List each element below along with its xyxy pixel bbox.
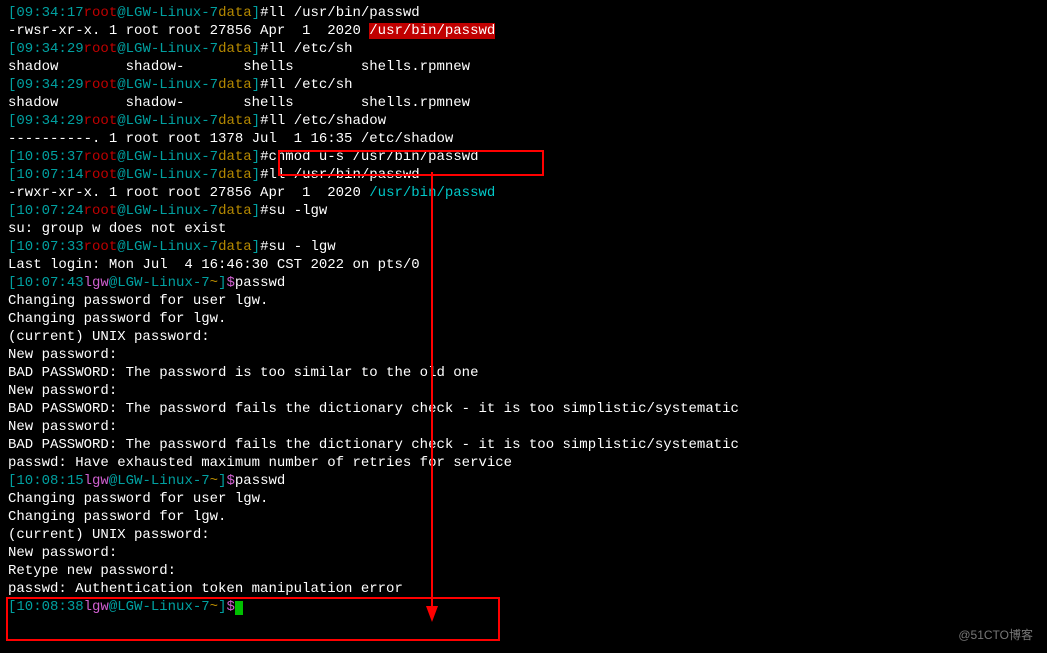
cursor [235,601,243,615]
terminal-line: Changing password for user lgw. [8,292,1039,310]
terminal-line: BAD PASSWORD: The password fails the dic… [8,436,1039,454]
terminal-line: [10:08:38lgw@LGW-Linux-7~]$ [8,598,1039,616]
terminal-line: BAD PASSWORD: The password fails the dic… [8,400,1039,418]
terminal-line: New password: [8,346,1039,364]
terminal-line: shadow shadow- shells shells.rpmnew [8,94,1039,112]
terminal-line: (current) UNIX password: [8,526,1039,544]
terminal-line: BAD PASSWORD: The password is too simila… [8,364,1039,382]
terminal-line: Last login: Mon Jul 4 16:46:30 CST 2022 … [8,256,1039,274]
terminal-line: shadow shadow- shells shells.rpmnew [8,58,1039,76]
terminal-line: passwd: Have exhausted maximum number of… [8,454,1039,472]
terminal-line: -rwsr-xr-x. 1 root root 27856 Apr 1 2020… [8,22,1039,40]
terminal-line: Changing password for lgw. [8,508,1039,526]
watermark: @51CTO博客 [958,626,1033,643]
terminal-line: Retype new password: [8,562,1039,580]
terminal-line: -rwxr-xr-x. 1 root root 27856 Apr 1 2020… [8,184,1039,202]
terminal-line: passwd: Authentication token manipulatio… [8,580,1039,598]
terminal-line: [10:08:15lgw@LGW-Linux-7~]$passwd [8,472,1039,490]
terminal-line: [10:07:43lgw@LGW-Linux-7~]$passwd [8,274,1039,292]
terminal-line: su: group w does not exist [8,220,1039,238]
terminal-line: ----------. 1 root root 1378 Jul 1 16:35… [8,130,1039,148]
terminal-line: [10:07:14root@LGW-Linux-7data]#ll /usr/b… [8,166,1039,184]
terminal-line: [10:05:37root@LGW-Linux-7data]#chmod u-s… [8,148,1039,166]
terminal-line: New password: [8,418,1039,436]
terminal-line: (current) UNIX password: [8,328,1039,346]
terminal-line: [10:07:33root@LGW-Linux-7data]#su - lgw [8,238,1039,256]
terminal-line: New password: [8,544,1039,562]
terminal-line: [10:07:24root@LGW-Linux-7data]#su -lgw [8,202,1039,220]
terminal-line: Changing password for user lgw. [8,490,1039,508]
terminal-line: Changing password for lgw. [8,310,1039,328]
terminal-line: [09:34:29root@LGW-Linux-7data]#ll /etc/s… [8,40,1039,58]
terminal-line: New password: [8,382,1039,400]
terminal-line: [09:34:29root@LGW-Linux-7data]#ll /etc/s… [8,112,1039,130]
terminal-output[interactable]: [09:34:17root@LGW-Linux-7data]#ll /usr/b… [0,0,1047,620]
terminal-line: [09:34:17root@LGW-Linux-7data]#ll /usr/b… [8,4,1039,22]
terminal-line: [09:34:29root@LGW-Linux-7data]#ll /etc/s… [8,76,1039,94]
